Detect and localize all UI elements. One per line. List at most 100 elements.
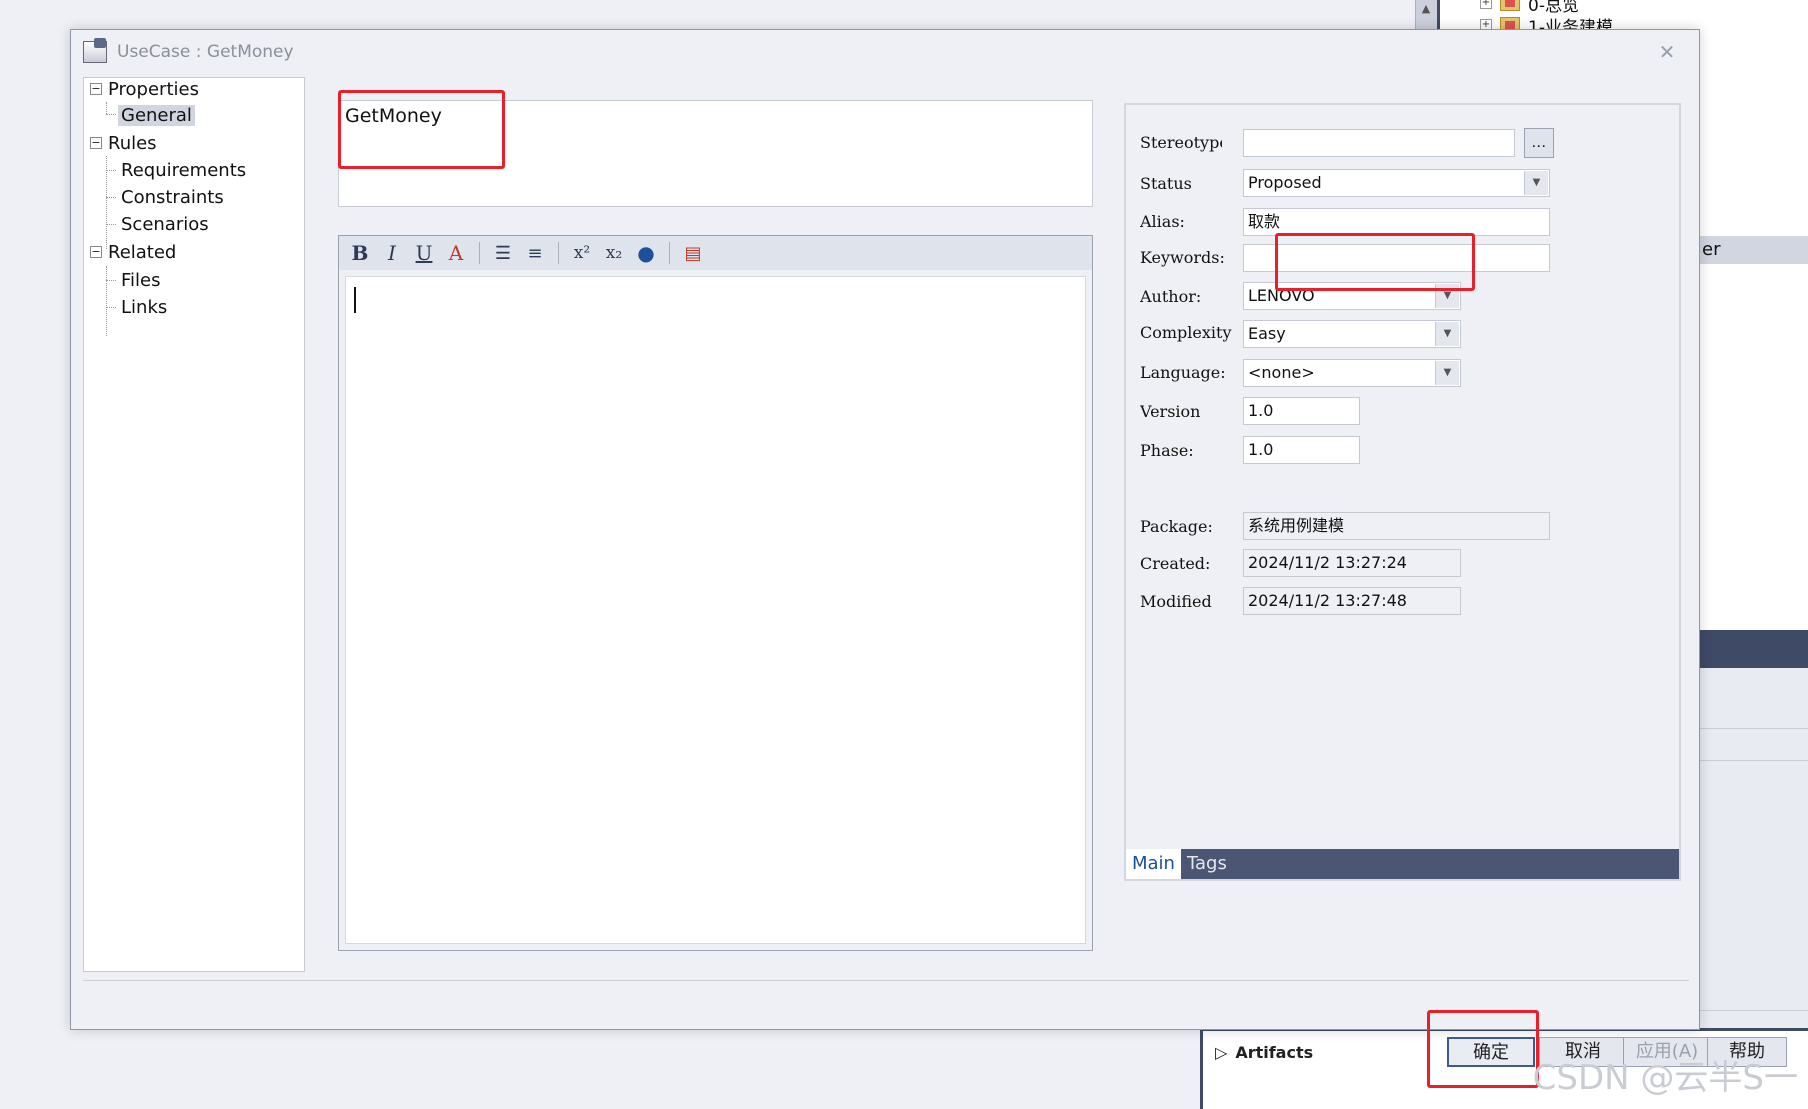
created-label: Created: — [1140, 554, 1211, 573]
nav-item-general[interactable]: General — [118, 103, 195, 127]
numbered-list-icon[interactable]: ≡ — [522, 240, 548, 266]
chevron-down-icon[interactable]: ▼ — [1524, 171, 1548, 195]
package-label: Package: — [1140, 517, 1213, 536]
phase-field[interactable]: 1.0 — [1243, 436, 1360, 464]
watermark: CSDN @云半S一 — [1532, 1058, 1798, 1098]
dialog-titlebar[interactable]: UseCase : GetMoney — [71, 30, 1699, 74]
element-name-field[interactable]: GetMoney — [338, 100, 1093, 207]
nav-item-label: Properties — [108, 78, 199, 100]
divider — [1700, 728, 1808, 729]
usecase-dialog-icon — [83, 38, 107, 63]
author-label: Author: — [1140, 287, 1202, 306]
scroll-up-arrow-icon[interactable]: ▲ — [1417, 2, 1435, 16]
complexity-select[interactable]: Easy ▼ — [1243, 320, 1461, 348]
version-field[interactable]: 1.0 — [1243, 397, 1360, 425]
divider — [83, 980, 1689, 981]
nav-item-label: Rules — [108, 132, 157, 154]
chevron-down-icon[interactable]: ▼ — [1435, 322, 1459, 346]
document-icon[interactable]: ▤ — [680, 240, 706, 266]
tree-connector — [106, 114, 116, 115]
text-caret — [354, 287, 356, 313]
nav-item-rules[interactable]: − Rules — [90, 131, 157, 155]
toolbox-group-label: Artifacts — [1235, 1043, 1314, 1062]
keywords-field[interactable] — [1243, 244, 1550, 272]
collapse-icon[interactable]: − — [90, 137, 102, 149]
collapse-icon[interactable]: − — [90, 83, 102, 95]
toolbar-separator — [479, 242, 480, 264]
notes-toolbar: B I U A ☰ ≡ x² x₂ ● ▤ — [339, 236, 1092, 270]
tab-tags[interactable]: Tags — [1181, 849, 1233, 879]
status-select[interactable]: Proposed ▼ — [1243, 169, 1550, 197]
italic-icon[interactable]: I — [379, 240, 405, 266]
background-selected-row: er — [1700, 236, 1808, 264]
notes-editor: B I U A ☰ ≡ x² x₂ ● ▤ — [338, 235, 1093, 951]
alias-label: Alias: — [1140, 212, 1185, 231]
superscript-icon[interactable]: x² — [569, 240, 595, 266]
complexity-label: Complexity — [1140, 323, 1232, 342]
chevron-down-icon[interactable]: ▼ — [1435, 361, 1459, 385]
background-lower-panel — [1700, 668, 1808, 1028]
nav-item-label: Related — [108, 241, 177, 263]
divider — [1700, 760, 1808, 761]
underline-icon[interactable]: U — [411, 240, 437, 266]
status-label: Status — [1140, 174, 1192, 193]
nav-item-links[interactable]: Links — [121, 295, 167, 319]
main-properties-panel: Stereotype ... Status Proposed ▼ Alias: … — [1124, 103, 1681, 881]
close-icon[interactable]: ✕ — [1655, 40, 1679, 64]
nav-item-requirements[interactable]: Requirements — [121, 158, 246, 182]
tab-main[interactable]: Main — [1126, 849, 1181, 879]
property-navigation-tree: − Properties General − Rules Requirement… — [83, 77, 305, 972]
complexity-value: Easy — [1248, 324, 1286, 343]
modified-field: 2024/11/2 13:27:48 — [1243, 587, 1461, 615]
language-label: Language: — [1140, 363, 1226, 382]
phase-label: Phase: — [1140, 441, 1194, 460]
ok-button[interactable]: 确定 — [1447, 1037, 1535, 1067]
toolbox-group-artifacts[interactable]: ▷ Artifacts — [1215, 1043, 1313, 1062]
font-color-icon[interactable]: A — [443, 240, 469, 266]
keywords-label: Keywords: — [1140, 248, 1225, 267]
dialog-title: UseCase : GetMoney — [117, 42, 294, 62]
stereotype-browse-button[interactable]: ... — [1524, 128, 1554, 158]
background-header-bar — [1700, 630, 1808, 668]
nav-item-label: Requirements — [121, 159, 247, 181]
package-icon — [1500, 0, 1520, 11]
properties-tab-bar: Main Tags — [1126, 849, 1679, 879]
language-select[interactable]: <none> ▼ — [1243, 359, 1461, 387]
collapse-icon[interactable]: − — [90, 246, 102, 258]
toolbar-separator — [669, 242, 670, 264]
modified-label: Modified — [1140, 592, 1212, 611]
nav-item-related[interactable]: − Related — [90, 240, 176, 264]
tree-connector — [106, 197, 116, 198]
stereotype-field[interactable] — [1243, 129, 1515, 157]
nav-item-files[interactable]: Files — [121, 268, 161, 292]
tree-connector — [106, 102, 107, 114]
tree-connector — [106, 170, 116, 171]
version-label: Version — [1140, 402, 1201, 421]
nav-item-label: Files — [121, 269, 161, 291]
nav-item-constraints[interactable]: Constraints — [121, 185, 224, 209]
language-value: <none> — [1248, 363, 1315, 382]
bold-icon[interactable]: B — [347, 240, 373, 266]
nav-item-scenarios[interactable]: Scenarios — [121, 212, 209, 236]
author-value: LENOVO — [1248, 286, 1315, 305]
tree-connector — [106, 307, 116, 308]
notes-text-area[interactable] — [345, 276, 1086, 944]
alias-field[interactable]: 取款 — [1243, 208, 1550, 236]
chevron-down-icon[interactable]: ▼ — [1435, 284, 1459, 308]
tree-connector — [106, 280, 116, 281]
expand-icon[interactable]: + — [1480, 0, 1492, 9]
subscript-icon[interactable]: x₂ — [601, 240, 627, 266]
nav-item-properties[interactable]: − Properties — [90, 77, 199, 101]
hyperlink-globe-icon[interactable]: ● — [633, 240, 659, 266]
nav-item-label: Constraints — [121, 186, 224, 208]
stereotype-label: Stereotype — [1140, 133, 1222, 152]
status-value: Proposed — [1248, 173, 1322, 192]
author-select[interactable]: LENOVO ▼ — [1243, 282, 1461, 310]
created-field: 2024/11/2 13:27:24 — [1243, 549, 1461, 577]
nav-item-label: Scenarios — [121, 213, 209, 235]
bullet-list-icon[interactable]: ☰ — [490, 240, 516, 266]
nav-item-label: General — [118, 104, 195, 126]
package-field: 系统用例建模 — [1243, 512, 1550, 540]
nav-item-label: Links — [121, 296, 168, 318]
usecase-properties-dialog: UseCase : GetMoney ✕ − Properties Genera… — [70, 29, 1700, 1030]
